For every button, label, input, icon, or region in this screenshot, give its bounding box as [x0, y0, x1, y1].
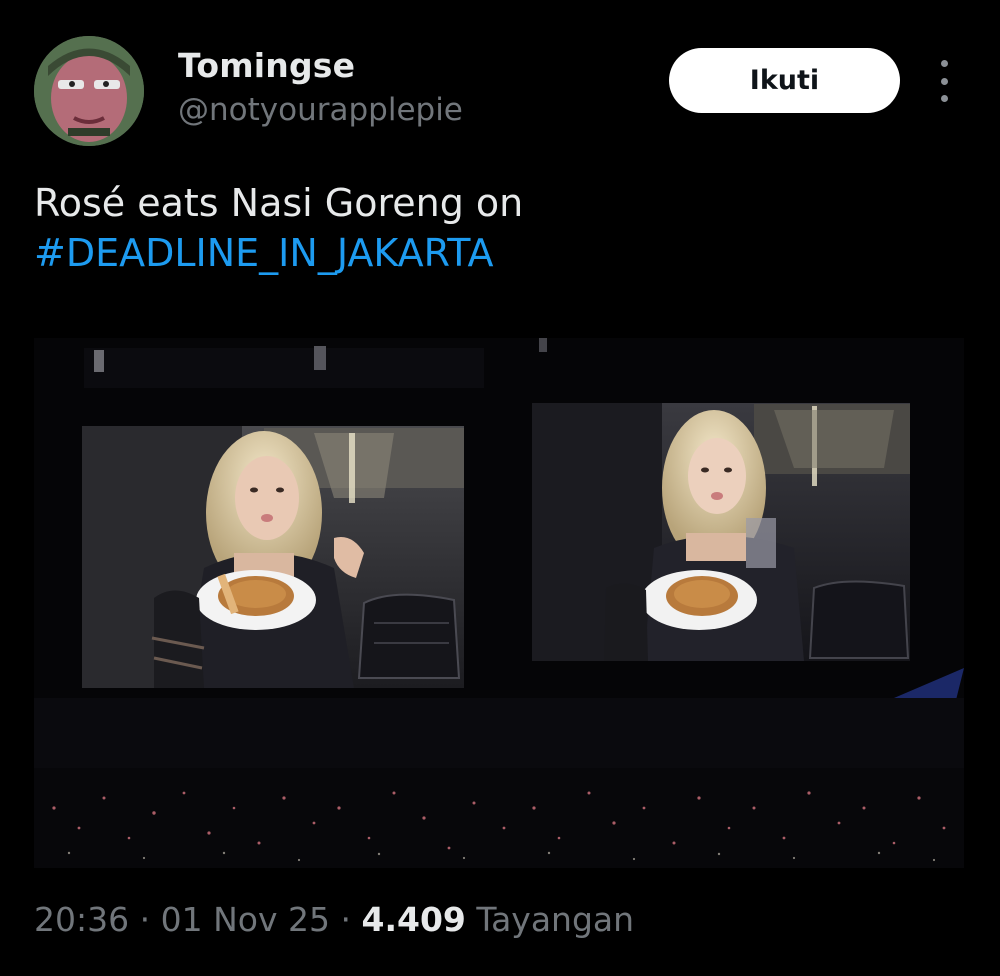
user-handle[interactable]: @notyourapplepie	[178, 92, 463, 128]
more-dot	[940, 95, 948, 102]
hashtag-link[interactable]: #DEADLINE_IN_JAKARTA	[34, 228, 964, 278]
tweet-date[interactable]: 01 Nov 25	[161, 900, 330, 939]
tweet-text-body: Rosé eats Nasi Goreng on	[34, 181, 524, 225]
meta-separator: ·	[340, 900, 351, 939]
display-name[interactable]: Tomingse	[178, 46, 355, 85]
follow-button[interactable]: Ikuti	[669, 48, 900, 113]
more-vertical-icon[interactable]	[926, 60, 962, 102]
tweet-meta: 20:36 · 01 Nov 25 · 4.409 Tayangan	[34, 900, 634, 939]
tweet-card: Tomingse @notyourapplepie Ikuti Rosé eat…	[0, 0, 1000, 976]
avatar-image	[34, 36, 144, 146]
user-avatar[interactable]	[34, 36, 144, 146]
views-label: Tayangan	[476, 900, 635, 939]
tweet-text: Rosé eats Nasi Goreng on #DEADLINE_IN_JA…	[34, 178, 964, 278]
more-dot	[940, 77, 948, 85]
views-count: 4.409	[361, 900, 466, 939]
concert-photo	[34, 338, 964, 868]
more-dot	[940, 60, 948, 67]
tweet-time[interactable]: 20:36	[34, 900, 129, 939]
tweet-media-photo[interactable]	[34, 338, 964, 868]
meta-separator: ·	[139, 900, 151, 939]
